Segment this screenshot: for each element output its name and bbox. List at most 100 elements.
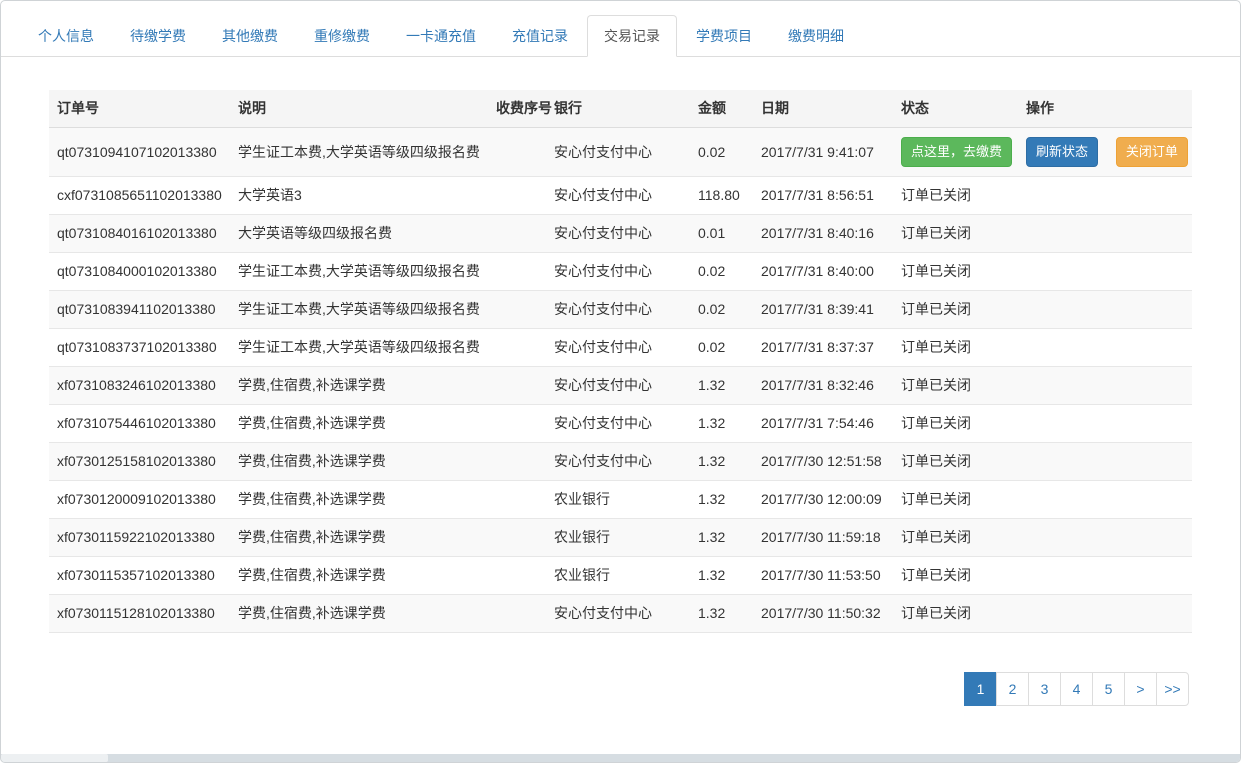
page-button[interactable]: 2 [996, 672, 1029, 706]
column-header-charge-no: 收费序号 [488, 90, 546, 128]
page-item: 3 [1029, 672, 1061, 706]
cell-charge-no [488, 367, 546, 405]
horizontal-scrollbar[interactable] [1, 754, 1240, 762]
table-row: qt0731084000102013380 学生证工本费,大学英语等级四级报名费… [49, 253, 1192, 291]
cell-charge-no [488, 443, 546, 481]
page-button[interactable]: >> [1156, 672, 1189, 706]
cell-action [1018, 215, 1192, 253]
transactions-table-container: 订单号 说明 收费序号 银行 金额 日期 状态 操作 qt07310941071… [49, 90, 1192, 633]
cell-amount: 1.32 [690, 595, 753, 633]
status-text: 订单已关闭 [901, 605, 971, 621]
column-header-amount: 金额 [690, 90, 753, 128]
cell-order-no: qt0731084000102013380 [49, 253, 230, 291]
cell-action [1018, 291, 1192, 329]
cell-status: 订单已关闭 [893, 595, 1018, 633]
cell-bank: 安心付支付中心 [546, 253, 690, 291]
column-header-date: 日期 [753, 90, 893, 128]
tab-label[interactable]: 缴费明细 [771, 15, 861, 57]
cell-action [1018, 253, 1192, 291]
cell-amount: 0.02 [690, 253, 753, 291]
cell-bank: 安心付支付中心 [546, 595, 690, 633]
go-pay-button[interactable]: 点这里，去缴费 [901, 137, 1012, 167]
cell-bank: 农业银行 [546, 519, 690, 557]
cell-order-no: xf0731083246102013380 [49, 367, 230, 405]
column-header-description: 说明 [230, 90, 488, 128]
cell-action [1018, 557, 1192, 595]
table-row: qt0731094107102013380 学生证工本费,大学英语等级四级报名费… [49, 128, 1192, 177]
cell-status: 订单已关闭 [893, 481, 1018, 519]
column-header-bank: 银行 [546, 90, 690, 128]
tab-label[interactable]: 待缴学费 [113, 15, 203, 57]
page-item: 4 [1061, 672, 1093, 706]
payment-portal-window: 个人信息 待缴学费 其他缴费 重修缴费 一卡通充值 充值记录 交易记录 [0, 0, 1241, 763]
page-button[interactable]: 5 [1092, 672, 1125, 706]
cell-status: 订单已关闭 [893, 291, 1018, 329]
cell-charge-no [488, 329, 546, 367]
cell-bank: 安心付支付中心 [546, 177, 690, 215]
cell-order-no: qt0731083737102013380 [49, 329, 230, 367]
refresh-status-button[interactable]: 刷新状态 [1026, 137, 1098, 167]
tab-bar: 个人信息 待缴学费 其他缴费 重修缴费 一卡通充值 充值记录 交易记录 [1, 1, 1240, 57]
tab-label[interactable]: 重修缴费 [297, 15, 387, 57]
page-item: 5 [1093, 672, 1125, 706]
cell-charge-no [488, 557, 546, 595]
tab-label[interactable]: 交易记录 [587, 15, 677, 57]
cell-amount: 1.32 [690, 519, 753, 557]
cell-amount: 1.32 [690, 557, 753, 595]
tab: 一卡通充值 [389, 15, 493, 57]
pagination: 1 2 3 4 5 > [965, 672, 1189, 706]
tab-label[interactable]: 其他缴费 [205, 15, 295, 57]
cell-bank: 安心付支付中心 [546, 215, 690, 253]
cell-order-no: qt0731084016102013380 [49, 215, 230, 253]
status-text: 订单已关闭 [901, 529, 971, 545]
cell-charge-no [488, 128, 546, 177]
cell-amount: 1.32 [690, 405, 753, 443]
page-button[interactable]: 3 [1028, 672, 1061, 706]
cell-date: 2017/7/31 8:40:16 [753, 215, 893, 253]
cell-action [1018, 595, 1192, 633]
page-button[interactable]: 4 [1060, 672, 1093, 706]
cell-charge-no [488, 215, 546, 253]
cell-description: 学费,住宿费,补选课学费 [230, 557, 488, 595]
column-header-order-no: 订单号 [49, 90, 230, 128]
cell-action [1018, 481, 1192, 519]
cell-date: 2017/7/31 7:54:46 [753, 405, 893, 443]
tab: 充值记录 [495, 15, 585, 57]
cell-date: 2017/7/30 11:59:18 [753, 519, 893, 557]
cell-description: 学生证工本费,大学英语等级四级报名费 [230, 253, 488, 291]
table-row: xf0730115357102013380 学费,住宿费,补选课学费 农业银行 … [49, 557, 1192, 595]
cell-order-no: qt0731094107102013380 [49, 128, 230, 177]
tab: 缴费明细 [771, 15, 861, 57]
cell-status: 点这里，去缴费 [893, 128, 1018, 177]
tab-label[interactable]: 充值记录 [495, 15, 585, 57]
tab-label[interactable]: 个人信息 [21, 15, 111, 57]
cell-date: 2017/7/31 8:56:51 [753, 177, 893, 215]
cell-amount: 1.32 [690, 367, 753, 405]
table-header-row: 订单号 说明 收费序号 银行 金额 日期 状态 操作 [49, 90, 1192, 128]
tab: 学费项目 [679, 15, 769, 57]
table-row: xf0730115128102013380 学费,住宿费,补选课学费 安心付支付… [49, 595, 1192, 633]
status-text: 订单已关闭 [901, 415, 971, 431]
cell-charge-no [488, 519, 546, 557]
table-row: xf0730115922102013380 学费,住宿费,补选课学费 农业银行 … [49, 519, 1192, 557]
tab: 个人信息 [21, 15, 111, 57]
cell-amount: 0.01 [690, 215, 753, 253]
tab-label[interactable]: 学费项目 [679, 15, 769, 57]
cell-order-no: xf0730120009102013380 [49, 481, 230, 519]
cell-action [1018, 177, 1192, 215]
tab: 待缴学费 [113, 15, 203, 57]
page-item: 2 [997, 672, 1029, 706]
page-button[interactable]: 1 [964, 672, 997, 706]
table-row: cxf0731085651102013380 大学英语3 安心付支付中心 118… [49, 177, 1192, 215]
page-button[interactable]: > [1124, 672, 1157, 706]
cell-bank: 安心付支付中心 [546, 367, 690, 405]
tab-label[interactable]: 一卡通充值 [389, 15, 493, 57]
cell-description: 学费,住宿费,补选课学费 [230, 481, 488, 519]
cell-status: 订单已关闭 [893, 329, 1018, 367]
cell-status: 订单已关闭 [893, 367, 1018, 405]
cell-amount: 1.32 [690, 443, 753, 481]
cell-charge-no [488, 291, 546, 329]
horizontal-scrollbar-thumb[interactable] [1, 754, 108, 762]
cell-description: 大学英语等级四级报名费 [230, 215, 488, 253]
close-order-button[interactable]: 关闭订单 [1116, 137, 1188, 167]
